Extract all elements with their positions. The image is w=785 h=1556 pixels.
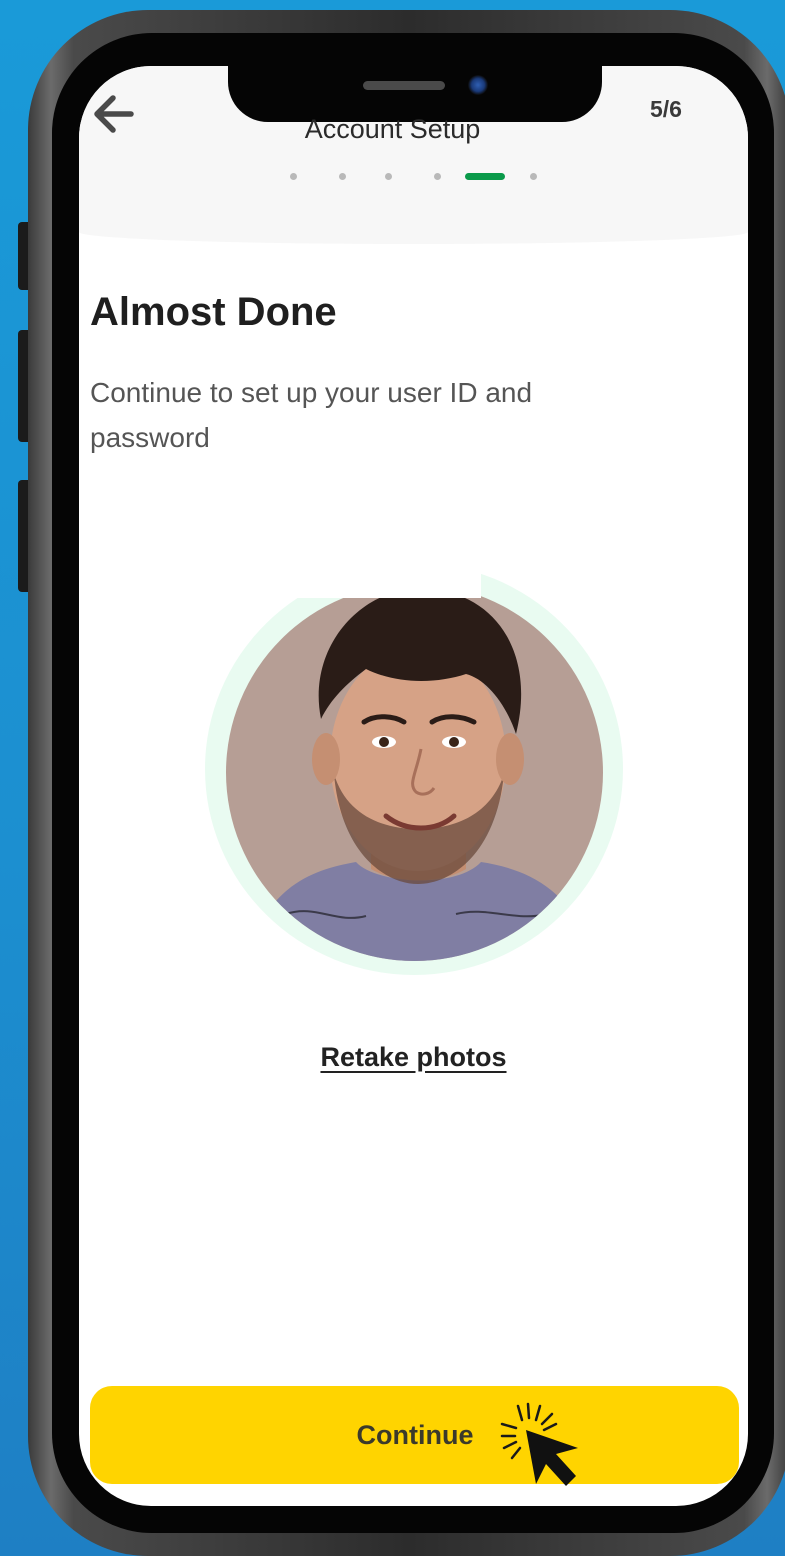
progress-dot-4 bbox=[434, 173, 441, 180]
front-camera bbox=[468, 75, 488, 95]
progress-dot-3 bbox=[385, 173, 392, 180]
progress-dot-1 bbox=[290, 173, 297, 180]
user-photo bbox=[226, 584, 603, 961]
progress-dot-2 bbox=[339, 173, 346, 180]
page-title: Account Setup bbox=[304, 114, 481, 144]
user-photo-illustration bbox=[226, 584, 603, 961]
progress-dots bbox=[283, 170, 543, 184]
subtext: Continue to set up your user ID and pass… bbox=[90, 377, 533, 453]
headline: Almost Done bbox=[90, 290, 337, 334]
speaker-grille bbox=[363, 81, 445, 90]
progress-dot-6 bbox=[530, 173, 537, 180]
retake-photos-link[interactable]: Retake photos bbox=[0, 1042, 785, 1073]
progress-dot-5-active bbox=[465, 173, 505, 180]
continue-button[interactable] bbox=[90, 1386, 739, 1484]
photo-ring-gap bbox=[288, 555, 481, 598]
